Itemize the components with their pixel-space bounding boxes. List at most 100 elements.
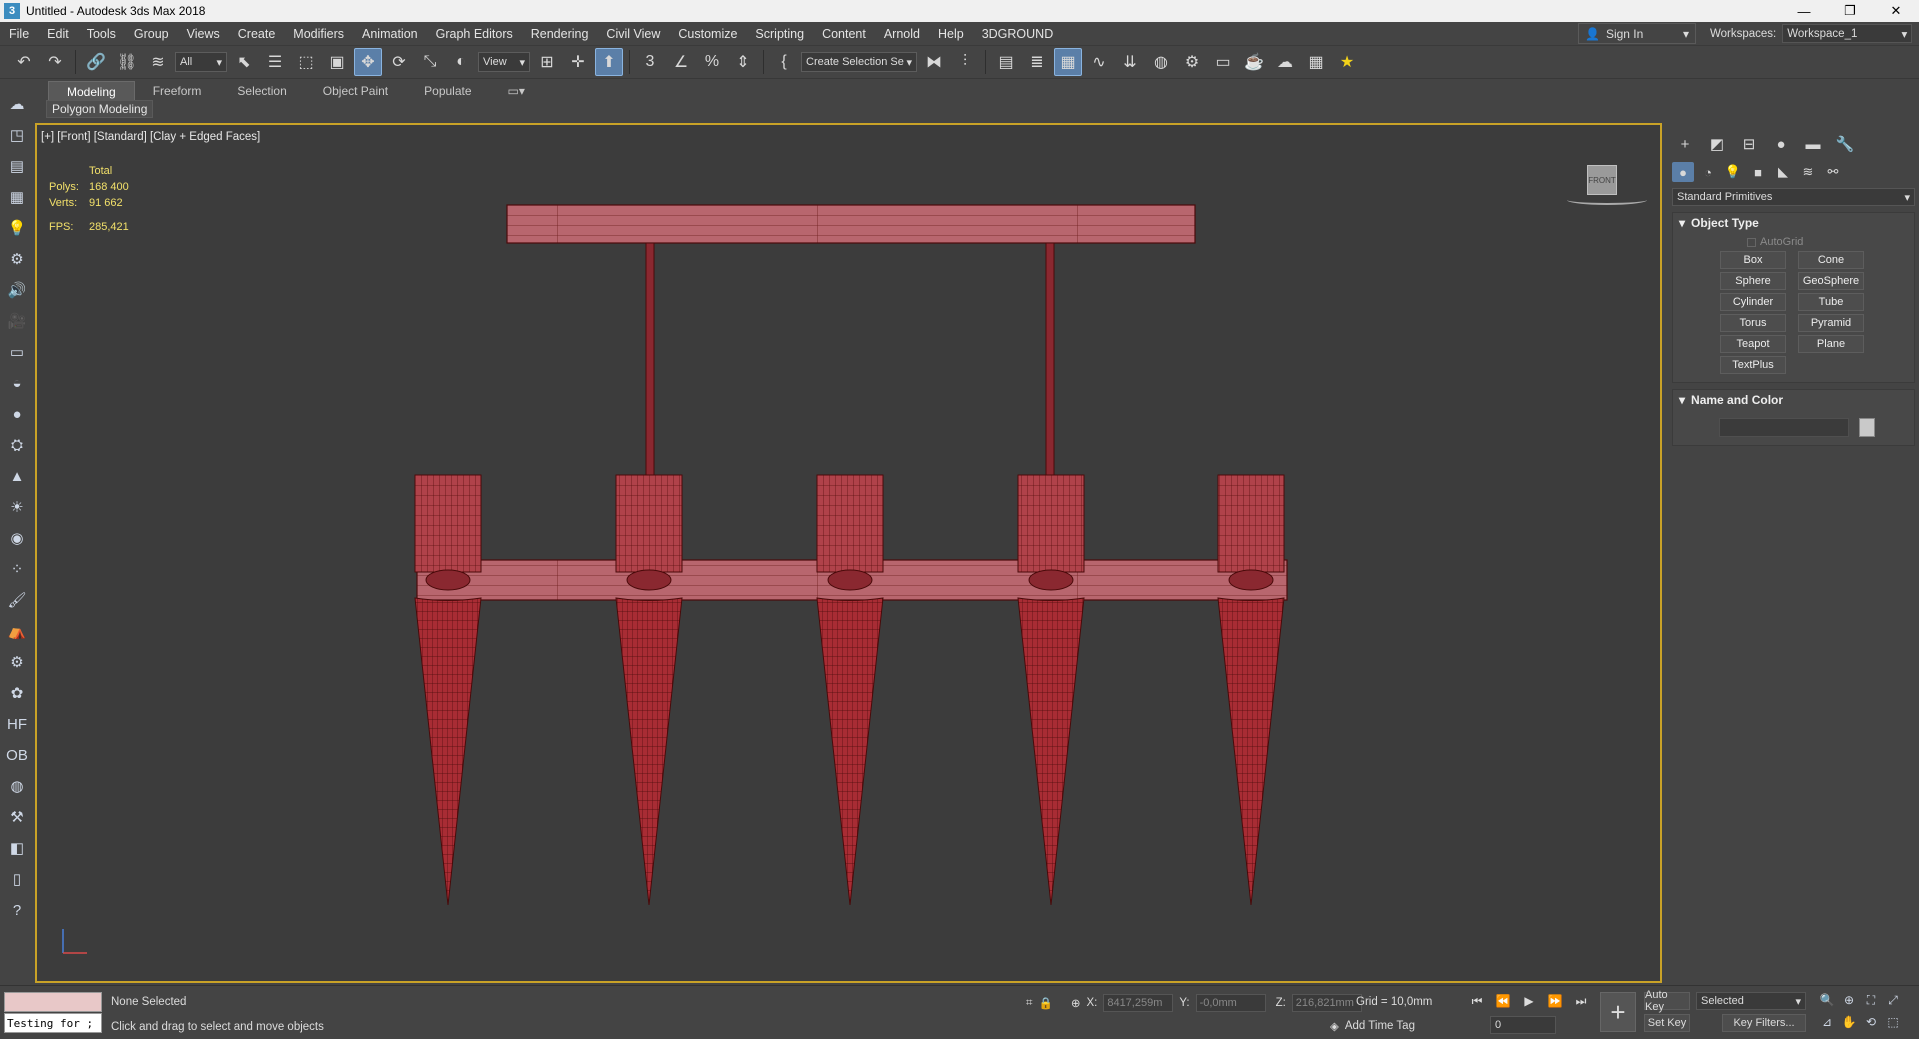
zoom-all-icon[interactable]: ⊕: [1840, 992, 1858, 1008]
object-name-input[interactable]: [1719, 418, 1849, 437]
render-in-cloud-icon[interactable]: ☁: [1271, 48, 1299, 76]
document-icon[interactable]: ▯: [5, 867, 29, 891]
light-icon[interactable]: 💡: [5, 216, 29, 240]
dome-icon[interactable]: ◒: [5, 371, 29, 395]
tools-icon[interactable]: ⚒: [5, 805, 29, 829]
current-frame-field[interactable]: 0: [1490, 1016, 1556, 1034]
next-frame-icon[interactable]: ⏩: [1544, 992, 1566, 1010]
add-keyframe-icon[interactable]: +: [1600, 992, 1636, 1032]
isolate-icon[interactable]: ⌗: [1026, 997, 1032, 1010]
arnold-render-icon[interactable]: ★: [1333, 48, 1361, 76]
menu-views[interactable]: Views: [178, 27, 229, 41]
modify-tab-icon[interactable]: ◩: [1704, 134, 1730, 154]
utilities-tab-icon[interactable]: 🔧: [1832, 134, 1858, 154]
category-select[interactable]: Standard Primitives ▾: [1672, 188, 1915, 206]
lights-icon[interactable]: 💡: [1722, 162, 1744, 182]
ribbon-options-icon[interactable]: ▭▾: [490, 81, 543, 103]
menu-animation[interactable]: Animation: [353, 27, 427, 41]
select-tool-icon[interactable]: ◳: [5, 123, 29, 147]
pyramid-button[interactable]: Pyramid: [1798, 314, 1864, 332]
tripod-icon[interactable]: ⛺: [5, 619, 29, 643]
angle-snap-icon[interactable]: ∠: [667, 48, 695, 76]
sun-icon[interactable]: ☀: [5, 495, 29, 519]
plant-icon[interactable]: ✿: [5, 681, 29, 705]
autogrid-checkbox[interactable]: AutoGrid: [1747, 233, 1914, 251]
tab-selection[interactable]: Selection: [219, 81, 304, 103]
window-crossing-icon[interactable]: ▣: [323, 48, 351, 76]
object-type-header[interactable]: ▾ Object Type: [1673, 213, 1914, 233]
snaps-toggle-icon[interactable]: 3: [636, 48, 664, 76]
help-icon[interactable]: ?: [5, 898, 29, 922]
menu-create[interactable]: Create: [229, 27, 285, 41]
viewport-front[interactable]: [+] [Front] [Standard] [Clay + Edged Fac…: [35, 123, 1662, 983]
gear-blue-icon[interactable]: ⚙: [5, 650, 29, 674]
name-color-header[interactable]: ▾ Name and Color: [1673, 390, 1914, 410]
schematic-view-icon[interactable]: ⇊: [1116, 48, 1144, 76]
manipulate-icon[interactable]: ✛: [564, 48, 592, 76]
unlink-icon[interactable]: ⛓: [113, 48, 141, 76]
maxscript-listener-input[interactable]: Testing for ;: [4, 1013, 102, 1033]
select-rotate-icon[interactable]: ⟳: [385, 48, 413, 76]
zoom-extents-icon[interactable]: ⛶: [1862, 992, 1880, 1008]
menu-graph-editors[interactable]: Graph Editors: [427, 27, 522, 41]
lock-selection-icon[interactable]: 🔒: [1038, 996, 1052, 1010]
previous-frame-icon[interactable]: ⏪: [1492, 992, 1514, 1010]
render-setup-icon[interactable]: ⚙: [1178, 48, 1206, 76]
grid-icon[interactable]: ▦: [5, 185, 29, 209]
menu-rendering[interactable]: Rendering: [522, 27, 598, 41]
menu-content[interactable]: Content: [813, 27, 875, 41]
layer-explorer-icon[interactable]: ≣: [1023, 48, 1051, 76]
plane-icon[interactable]: ▭: [5, 340, 29, 364]
create-tab-icon[interactable]: +: [1672, 134, 1698, 154]
bind-space-warp-icon[interactable]: ≋: [144, 48, 172, 76]
select-place-icon[interactable]: ◐: [447, 48, 475, 76]
plane-button[interactable]: Plane: [1798, 335, 1864, 353]
select-move-icon[interactable]: ✥: [354, 48, 382, 76]
go-to-start-icon[interactable]: ⏮: [1466, 992, 1488, 1010]
close-button[interactable]: ✕: [1873, 0, 1919, 22]
cone-button[interactable]: Cone: [1798, 251, 1864, 269]
mirror-icon[interactable]: ⧓: [920, 48, 948, 76]
set-key-button[interactable]: Set Key: [1644, 1014, 1690, 1032]
select-object-icon[interactable]: ⬉: [230, 48, 258, 76]
spinner-snap-icon[interactable]: ⇕: [729, 48, 757, 76]
render-production-icon[interactable]: ☕: [1240, 48, 1268, 76]
rect-selection-icon[interactable]: ⬚: [292, 48, 320, 76]
display-tab-icon[interactable]: ▬: [1800, 134, 1826, 154]
menu-modifiers[interactable]: Modifiers: [284, 27, 353, 41]
align-icon[interactable]: ⫶: [951, 48, 979, 76]
material-editor-icon[interactable]: ◍: [1147, 48, 1175, 76]
tube-button[interactable]: Tube: [1798, 293, 1864, 311]
hf-icon[interactable]: HF: [5, 712, 29, 736]
workspace-select[interactable]: Workspace_1 ▾: [1782, 24, 1913, 43]
box-button[interactable]: Box: [1720, 251, 1786, 269]
a360-gallery-icon[interactable]: ▦: [1302, 48, 1330, 76]
tab-populate[interactable]: Populate: [406, 81, 489, 103]
menu-scripting[interactable]: Scripting: [746, 27, 813, 41]
helper-icon[interactable]: ⚙: [5, 247, 29, 271]
particles-icon[interactable]: ⁘: [5, 557, 29, 581]
z-coordinate-field[interactable]: 216,821mm: [1291, 994, 1362, 1012]
swatch-icon[interactable]: ◧: [5, 836, 29, 860]
orbit-icon[interactable]: ⟲: [1862, 1014, 1880, 1030]
cone-icon[interactable]: ▲: [5, 464, 29, 488]
rendered-frame-window-icon[interactable]: ▭: [1209, 48, 1237, 76]
x-coordinate-field[interactable]: 8417,259m: [1103, 994, 1174, 1012]
key-filters-button[interactable]: Key Filters...: [1722, 1014, 1806, 1032]
object-color-swatch[interactable]: [1859, 418, 1875, 437]
play-icon[interactable]: ▶: [1518, 992, 1540, 1010]
menu-arnold[interactable]: Arnold: [875, 27, 929, 41]
menu-customize[interactable]: Customize: [669, 27, 746, 41]
material-sphere-icon[interactable]: ◍: [5, 774, 29, 798]
reference-coordinate-select[interactable]: View ▾: [478, 52, 530, 72]
menu-help[interactable]: Help: [929, 27, 973, 41]
toggle-ribbon-icon[interactable]: ▦: [1054, 48, 1082, 76]
cylinder-button[interactable]: Cylinder: [1720, 293, 1786, 311]
sphere-button[interactable]: Sphere: [1720, 272, 1786, 290]
percent-snap-icon[interactable]: %: [698, 48, 726, 76]
pivot-center-icon[interactable]: ⊞: [533, 48, 561, 76]
restore-button[interactable]: ❐: [1827, 0, 1873, 22]
shapes-icon[interactable]: ◔: [1697, 162, 1719, 182]
absolute-mode-icon[interactable]: ⊕: [1071, 996, 1081, 1010]
hierarchy-tab-icon[interactable]: ⊟: [1736, 134, 1762, 154]
